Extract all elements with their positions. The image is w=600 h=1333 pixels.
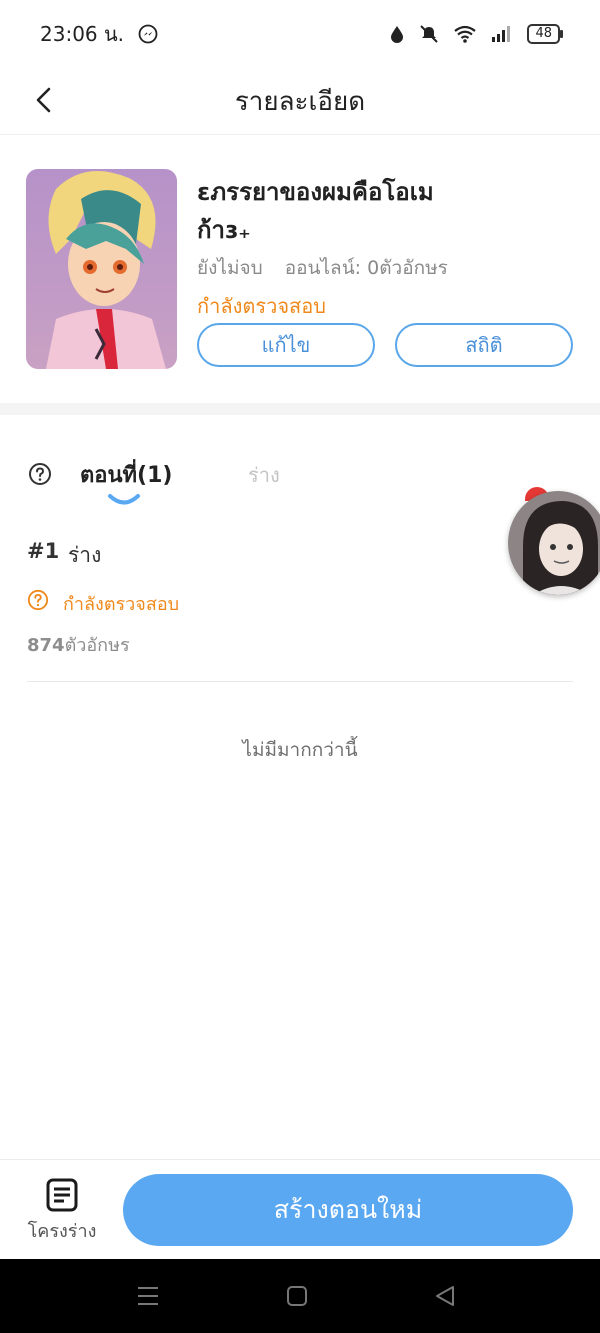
bottom-action-bar: โครงร่าง สร้างตอนใหม่	[0, 1159, 600, 1260]
end-of-list-text: ไม่มีมากกว่านี้	[242, 739, 358, 761]
status-time: 23:06 น.	[40, 22, 125, 46]
wifi-icon	[454, 25, 477, 43]
chapter-review-status: กำลังตรวจสอบ	[63, 594, 180, 615]
tab-chapters[interactable]: ตอนที่(1)	[80, 457, 172, 492]
stats-button[interactable]: สถิติ	[395, 323, 573, 367]
chapter-title: ร่าง	[68, 543, 102, 567]
chevron-left-icon	[36, 87, 51, 113]
back-triangle-icon[interactable]	[433, 1284, 457, 1308]
chapter-tabs: ตอนที่(1) ร่าง	[0, 445, 600, 505]
section-divider	[0, 403, 600, 415]
outline-label: โครงร่าง	[27, 1221, 97, 1242]
question-circle-icon[interactable]	[28, 462, 52, 486]
book-cover-image[interactable]	[26, 169, 177, 369]
chapter-number: #1	[27, 539, 60, 563]
book-review-status: กำลังตรวจสอบ	[197, 294, 326, 318]
messenger-icon	[138, 24, 158, 44]
outline-tab[interactable]: โครงร่าง	[26, 1178, 98, 1245]
header: รายละเอียด	[0, 68, 600, 135]
water-drop-icon	[391, 26, 404, 43]
book-card: ɛภรรยาของผมคือโอเม ก้าɜ₊ ยังไม่จบ ออนไลน…	[0, 135, 600, 403]
book-online-count: ออนไลน์: 0ตัวอักษร	[284, 257, 448, 279]
system-nav-bar	[0, 1259, 600, 1333]
book-meta: ยังไม่จบ ออนไลน์: 0ตัวอักษร	[197, 253, 448, 283]
battery-icon: 48	[527, 24, 563, 44]
tab-active-indicator	[108, 494, 140, 505]
book-title: ɛภรรยาของผมคือโอเม ก้าɜ₊	[197, 178, 434, 244]
menu-icon[interactable]	[136, 1284, 160, 1308]
status-bar: 23:06 น. 48	[0, 0, 600, 68]
home-icon[interactable]	[285, 1284, 309, 1308]
tab-draft[interactable]: ร่าง	[248, 459, 280, 491]
signal-icon	[492, 26, 511, 42]
chapter-char-count: 874ตัวอักษร	[27, 635, 130, 656]
back-button[interactable]	[24, 80, 64, 120]
book-progress: ยังไม่จบ	[197, 257, 263, 279]
question-circle-icon	[27, 589, 49, 611]
edit-button[interactable]: แก้ไข	[197, 323, 375, 367]
divider	[27, 681, 573, 682]
page-title: รายละเอียด	[234, 86, 366, 117]
document-icon	[46, 1178, 78, 1212]
floating-avatar-button[interactable]	[508, 491, 600, 595]
bell-muted-icon	[420, 25, 439, 43]
create-new-chapter-button[interactable]: สร้างตอนใหม่	[123, 1174, 573, 1246]
